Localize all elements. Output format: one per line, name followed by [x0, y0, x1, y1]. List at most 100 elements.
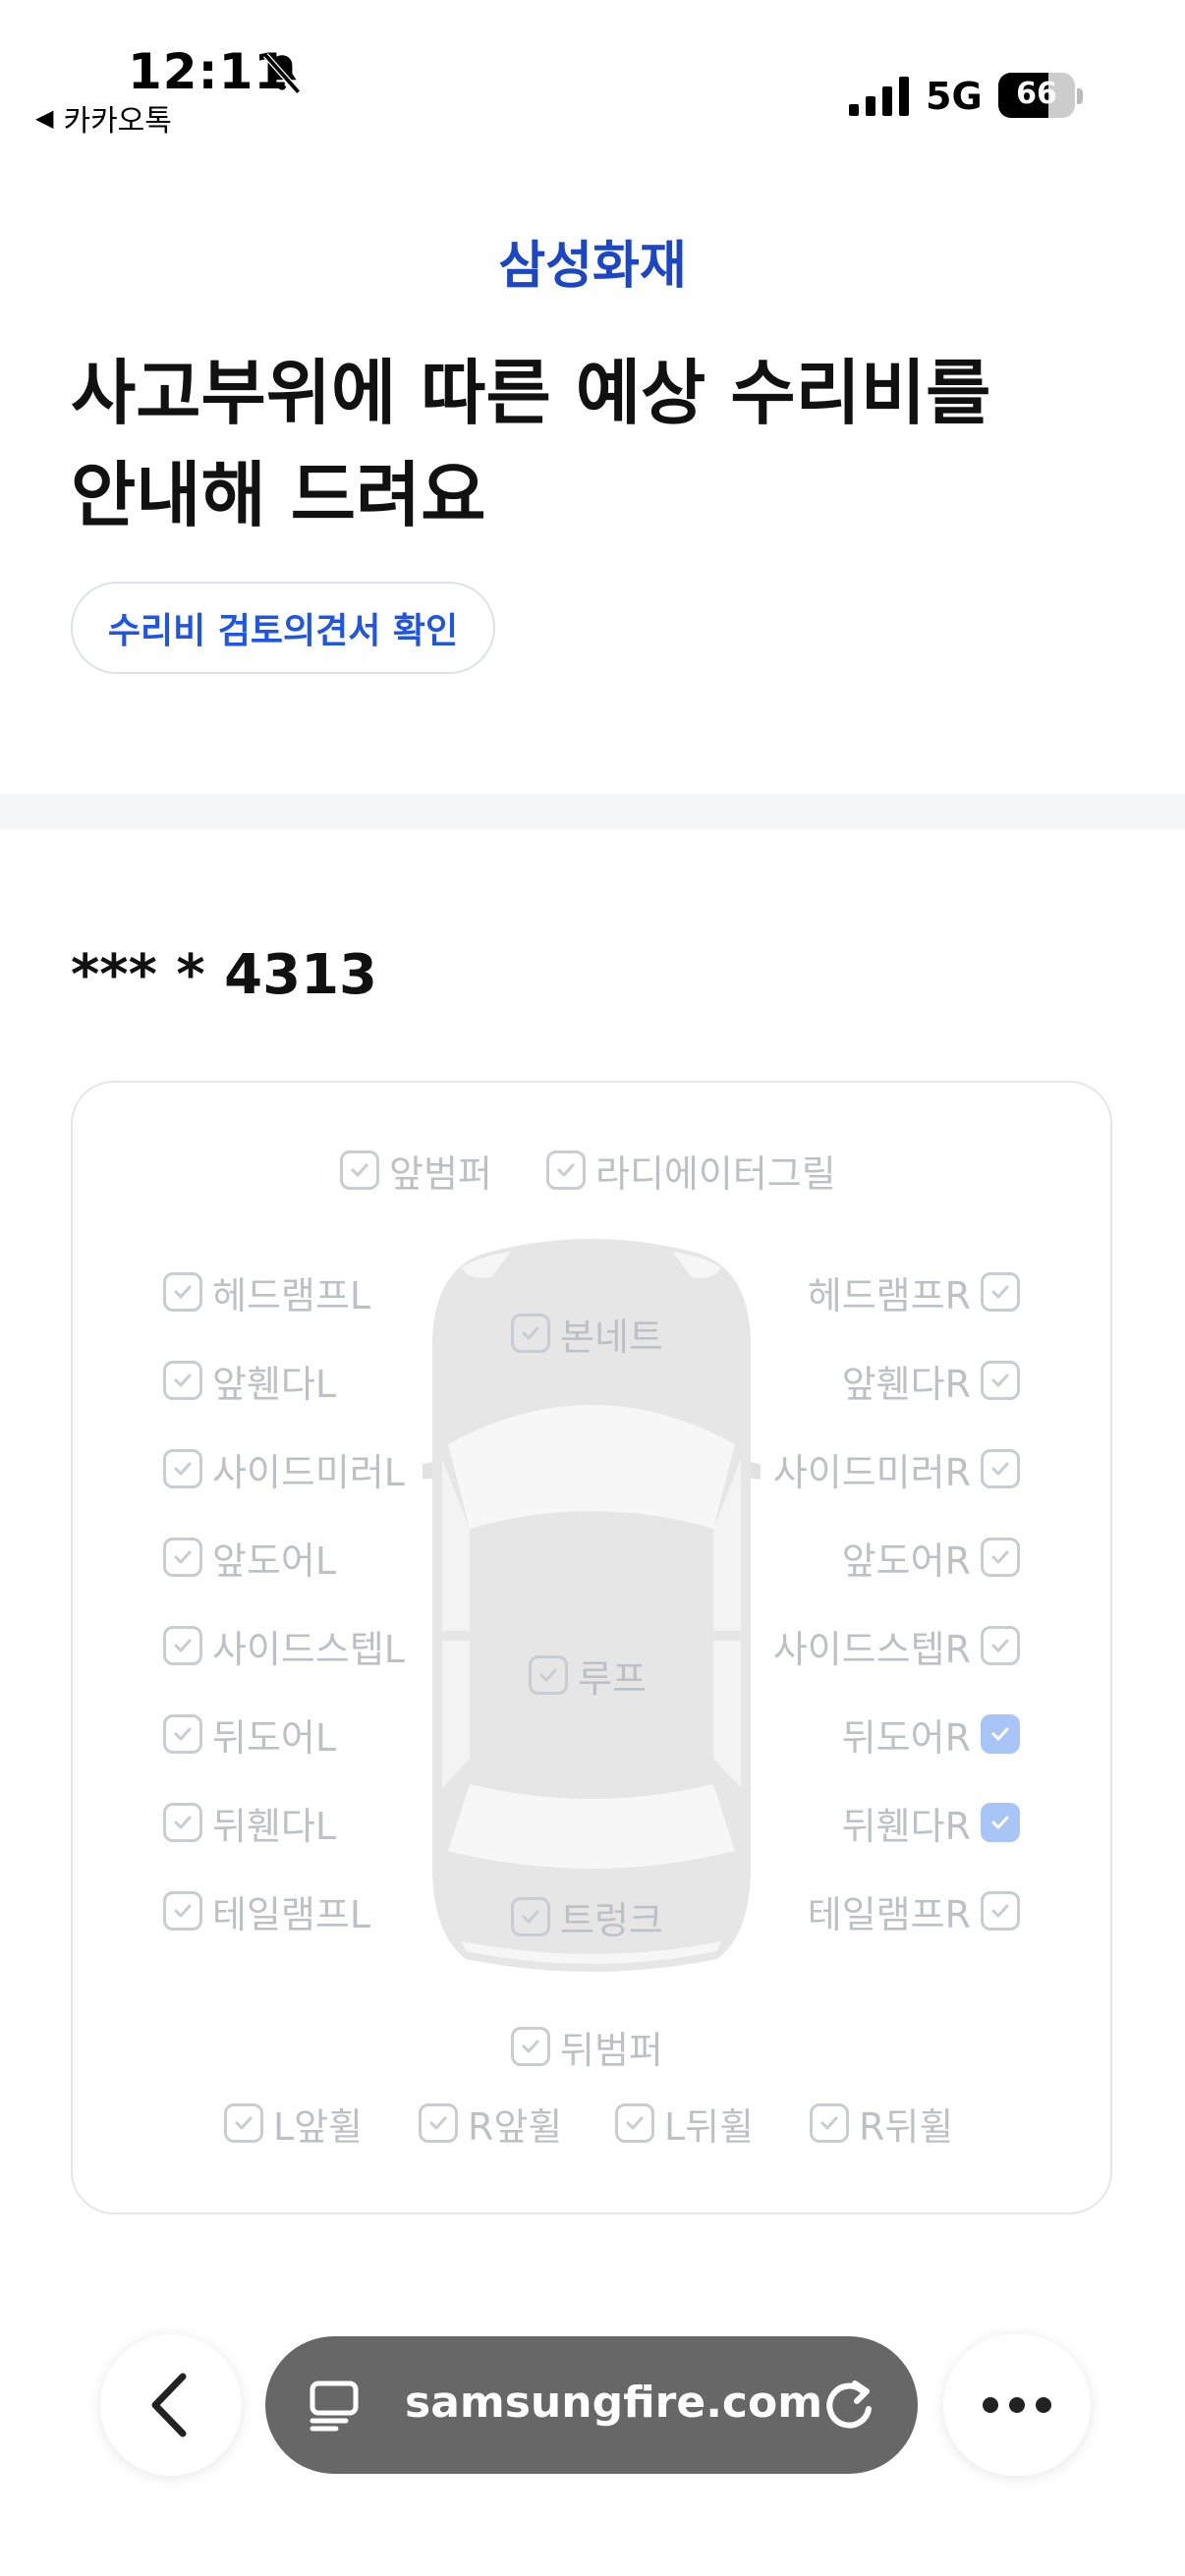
back-icon [151, 2373, 187, 2437]
part-side-step-r[interactable]: 사이드스텝R [773, 1623, 1020, 1671]
part-rear-door-r[interactable]: 뒤도어R [842, 1711, 1020, 1760]
part-wheel-front-right[interactable]: R앞휠 [419, 2100, 562, 2149]
checkbox-icon [981, 1626, 1020, 1665]
section-divider [0, 794, 1185, 829]
part-rear-bumper[interactable]: 뒤범퍼 [511, 2024, 663, 2072]
part-label: 앞휀다R [841, 1362, 971, 1406]
address-bar[interactable]: samsungfire.com [265, 2336, 918, 2474]
part-label: 헤드램프L [212, 1273, 371, 1317]
part-label: 앞도어L [212, 1539, 337, 1583]
part-label: R앞휠 [468, 2104, 563, 2149]
part-label: 테일램프L [212, 1892, 371, 1936]
checkbox-icon [810, 2103, 849, 2143]
part-label: 앞범퍼 [389, 1151, 492, 1196]
battery-tip [1077, 88, 1083, 104]
part-label: 사이드스텝R [772, 1627, 971, 1671]
part-front-fender-l[interactable]: 앞휀다L [163, 1358, 336, 1406]
checkbox-icon [529, 1655, 568, 1695]
part-front-bumper[interactable]: 앞범퍼 [340, 1148, 492, 1196]
part-headlamp-r[interactable]: 헤드램프R [808, 1269, 1020, 1317]
checkbox-icon [546, 1150, 586, 1190]
checkbox-checked-icon [981, 1803, 1020, 1842]
battery-indicator: 66 [998, 73, 1075, 118]
network-label: 5G [926, 75, 983, 118]
part-side-mirror-r[interactable]: 사이드미러R [773, 1446, 1020, 1494]
checkbox-icon [163, 1272, 202, 1312]
signal-icon [849, 77, 909, 116]
part-rear-fender-l[interactable]: 뒤휀다L [163, 1800, 336, 1848]
part-label: 뒤도어L [212, 1715, 337, 1760]
checkbox-icon [340, 1150, 379, 1190]
part-label: 앞휀다L [212, 1362, 337, 1406]
part-label: 사이드미러L [212, 1450, 405, 1494]
reader-icon[interactable] [307, 2378, 362, 2433]
brand-title: 삼성화재 [498, 237, 687, 296]
checkbox-icon [163, 1449, 202, 1488]
part-label: 헤드램프R [807, 1273, 971, 1317]
part-roof[interactable]: 루프 [529, 1652, 647, 1701]
checkbox-icon [163, 1361, 202, 1400]
checkbox-icon [224, 2103, 263, 2143]
checkbox-icon [511, 1897, 550, 1936]
part-label: 사이드미러R [772, 1450, 971, 1494]
checkbox-icon [511, 2027, 550, 2066]
part-side-mirror-l[interactable]: 사이드미러L [163, 1446, 405, 1494]
checkbox-icon [615, 2103, 654, 2143]
checkbox-icon [163, 1891, 202, 1931]
back-to-app-link[interactable]: ◀ 카카오톡 [35, 96, 172, 140]
part-side-step-l[interactable]: 사이드스텝L [163, 1623, 405, 1671]
more-options-button[interactable] [943, 2334, 1091, 2476]
page-title-line2: 안내해 드려요 [71, 454, 486, 536]
part-radiator-grille[interactable]: 라디에이터그릴 [546, 1148, 836, 1196]
part-label: R뒤휠 [859, 2104, 954, 2149]
checkbox-icon [981, 1538, 1020, 1577]
checkbox-icon [511, 1314, 550, 1353]
repair-review-button[interactable]: 수리비 검토의견서 확인 [71, 582, 495, 674]
checkbox-icon [163, 1538, 202, 1577]
part-trunk[interactable]: 트렁크 [511, 1894, 663, 1942]
browser-back-button[interactable] [100, 2334, 242, 2476]
part-headlamp-l[interactable]: 헤드램프L [163, 1269, 370, 1317]
part-label: 라디에이터그릴 [595, 1151, 836, 1196]
bell-muted-icon [262, 53, 302, 94]
back-app-label: 카카오톡 [63, 104, 172, 139]
url-text: samsungfire.com [405, 2378, 823, 2428]
part-label: 뒤범퍼 [560, 2028, 663, 2072]
more-icon [983, 2397, 1051, 2413]
part-rear-fender-r[interactable]: 뒤휀다R [842, 1800, 1020, 1848]
part-wheel-rear-left[interactable]: L뒤휠 [615, 2100, 754, 2149]
checkbox-icon [163, 1626, 202, 1665]
part-label: 루프 [578, 1656, 647, 1701]
back-triangle-icon: ◀ [35, 104, 54, 132]
part-taillamp-r[interactable]: 테일램프R [808, 1888, 1020, 1936]
checkbox-icon [981, 1272, 1020, 1312]
part-label: 사이드스텝L [212, 1627, 405, 1671]
page-title-line1: 사고부위에 따른 예상 수리비를 [71, 352, 991, 434]
part-rear-door-l[interactable]: 뒤도어L [163, 1711, 336, 1760]
checkbox-icon [163, 1803, 202, 1842]
part-label: 앞도어R [841, 1539, 971, 1583]
part-front-fender-r[interactable]: 앞휀다R [842, 1358, 1020, 1406]
part-label: 트렁크 [560, 1898, 663, 1942]
page-title: 사고부위에 따른 예상 수리비를 안내해 드려요 [71, 342, 1132, 546]
battery-percent: 66 [1016, 77, 1057, 111]
vehicle-plate: *** * 4313 [71, 943, 377, 1007]
checkbox-icon [981, 1891, 1020, 1931]
reload-icon[interactable] [819, 2376, 878, 2435]
checkbox-icon [419, 2103, 458, 2143]
part-front-door-r[interactable]: 앞도어R [842, 1535, 1020, 1583]
part-label: 뒤휀다L [212, 1804, 337, 1848]
checkbox-icon [981, 1361, 1020, 1400]
part-label: 테일램프R [807, 1892, 971, 1936]
part-wheel-front-left[interactable]: L앞휠 [224, 2100, 363, 2149]
part-label: 본네트 [560, 1315, 663, 1359]
checkbox-icon [981, 1449, 1020, 1488]
part-hood[interactable]: 본네트 [511, 1311, 663, 1359]
checkbox-checked-icon [981, 1714, 1020, 1754]
part-label: 뒤도어R [841, 1715, 971, 1760]
part-front-door-l[interactable]: 앞도어L [163, 1535, 336, 1583]
part-label: 뒤휀다R [841, 1804, 971, 1848]
part-taillamp-l[interactable]: 테일램프L [163, 1888, 370, 1936]
part-wheel-rear-right[interactable]: R뒤휠 [810, 2100, 953, 2149]
checkbox-icon [163, 1714, 202, 1754]
